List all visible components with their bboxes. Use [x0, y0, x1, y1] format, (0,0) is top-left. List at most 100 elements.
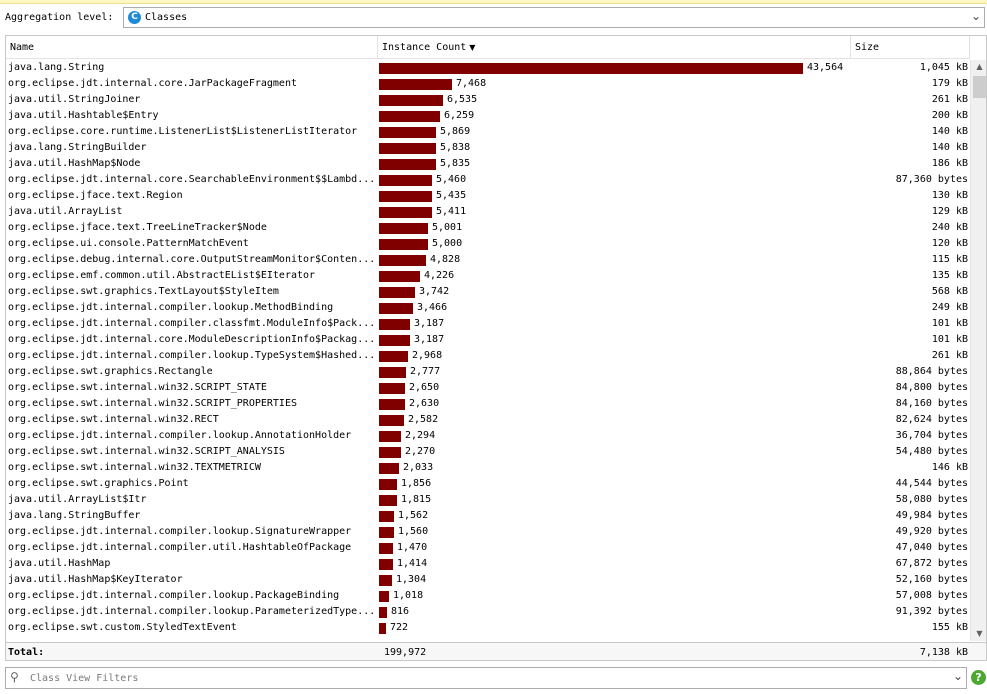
table-row[interactable]: java.util.StringJoiner 6,535 261 kB: [6, 92, 970, 108]
aggregation-bar: Aggregation level: C Classes ⌄: [0, 5, 987, 31]
instance-count: 2,294: [405, 430, 436, 441]
class-name: org.eclipse.jdt.internal.compiler.lookup…: [8, 590, 340, 601]
scroll-thumb[interactable]: [973, 76, 986, 98]
table-row[interactable]: org.eclipse.jdt.internal.core.ModuleDesc…: [6, 332, 970, 348]
info-strip: [0, 0, 987, 4]
table-row[interactable]: org.eclipse.jdt.internal.compiler.lookup…: [6, 428, 970, 444]
instance-count-bar: [379, 111, 440, 122]
table-row[interactable]: org.eclipse.jdt.internal.compiler.lookup…: [6, 348, 970, 364]
table-row[interactable]: org.eclipse.swt.graphics.Point 1,856 44,54…: [6, 476, 970, 492]
table-row[interactable]: org.eclipse.swt.graphics.Rectangle 2,777 8…: [6, 364, 970, 380]
instance-count: 1,414: [397, 558, 428, 569]
table-row[interactable]: java.util.Hashtable$Entry 6,259 200 kB: [6, 108, 970, 124]
table-body: java.lang.String 43,564 1,045 kB org.eclips…: [6, 60, 970, 641]
table-row[interactable]: org.eclipse.ui.console.PatternMatchEvent…: [6, 236, 970, 252]
instance-count-bar: [379, 415, 404, 426]
instance-count: 5,460: [436, 174, 467, 185]
size-value: 1,045 kB: [919, 62, 968, 73]
instance-count-bar: [379, 559, 393, 570]
chevron-down-icon[interactable]: ⌄: [953, 669, 963, 683]
table-row[interactable]: org.eclipse.jdt.internal.compiler.lookup…: [6, 300, 970, 316]
size-value: 140 kB: [931, 142, 968, 153]
instance-count: 1,560: [398, 526, 429, 537]
table-row[interactable]: java.lang.String 43,564 1,045 kB: [6, 60, 970, 76]
instance-count: 3,742: [419, 286, 450, 297]
instance-count-bar: [379, 351, 408, 362]
scroll-up-icon[interactable]: ▲: [971, 60, 986, 74]
instance-count-bar: [379, 623, 386, 634]
table-row[interactable]: org.eclipse.swt.graphics.TextLayout$Styl…: [6, 284, 970, 300]
class-name: org.eclipse.jdt.internal.compiler.classf…: [8, 318, 376, 329]
column-header-size[interactable]: Size: [851, 36, 970, 59]
table-row[interactable]: org.eclipse.swt.internal.win32.RECT 2,582…: [6, 412, 970, 428]
table-row[interactable]: org.eclipse.swt.internal.win32.SCRIPT_AN…: [6, 444, 970, 460]
class-name: org.eclipse.swt.internal.win32.SCRIPT_PR…: [8, 398, 297, 409]
size-value: 44,544 bytes: [895, 478, 968, 489]
instance-count-bar: [379, 527, 394, 538]
aggregation-select[interactable]: C Classes ⌄: [123, 7, 985, 28]
instance-count: 4,828: [430, 254, 461, 265]
table-row[interactable]: org.eclipse.swt.internal.win32.TEXTMETRI…: [6, 460, 970, 476]
table-row[interactable]: org.eclipse.jdt.internal.compiler.lookup…: [6, 588, 970, 604]
table-row[interactable]: org.eclipse.jface.text.Region 5,435 130 kB: [6, 188, 970, 204]
class-name: org.eclipse.swt.internal.win32.RECT: [8, 414, 219, 425]
table-row[interactable]: org.eclipse.core.runtime.ListenerList$Li…: [6, 124, 970, 140]
table-row[interactable]: org.eclipse.swt.internal.win32.SCRIPT_ST…: [6, 380, 970, 396]
vertical-scrollbar[interactable]: ▲ ▼: [970, 60, 986, 641]
class-name: org.eclipse.jdt.internal.compiler.lookup…: [8, 606, 376, 617]
table-row[interactable]: org.eclipse.jdt.internal.compiler.lookup…: [6, 524, 970, 540]
column-header-instance-count[interactable]: Instance Count ▼: [378, 36, 851, 59]
column-header-name[interactable]: Name: [6, 36, 378, 59]
table-row[interactable]: java.util.HashMap 1,414 67,872 bytes: [6, 556, 970, 572]
class-name: org.eclipse.debug.internal.core.OutputSt…: [8, 254, 376, 265]
table-row[interactable]: java.util.HashMap$Node 5,835 186 kB: [6, 156, 970, 172]
table-row[interactable]: org.eclipse.debug.internal.core.OutputSt…: [6, 252, 970, 268]
class-name: java.util.HashMap: [8, 558, 111, 569]
column-header-size-label: Size: [855, 42, 880, 53]
class-name: java.util.HashMap$KeyIterator: [8, 574, 183, 585]
instance-count-bar: [379, 479, 397, 490]
table-row[interactable]: java.util.ArrayList$Itr 1,815 58,080 bytes: [6, 492, 970, 508]
table-row[interactable]: org.eclipse.jdt.internal.compiler.util.H…: [6, 540, 970, 556]
table-row[interactable]: org.eclipse.swt.internal.win32.SCRIPT_PR…: [6, 396, 970, 412]
instance-count: 1,470: [397, 542, 428, 553]
class-name: org.eclipse.core.runtime.ListenerList$Li…: [8, 126, 358, 137]
size-value: 568 kB: [931, 286, 968, 297]
size-value: 91,392 bytes: [895, 606, 968, 617]
table-row[interactable]: org.eclipse.jdt.internal.core.JarPackage…: [6, 76, 970, 92]
size-value: 155 kB: [931, 622, 968, 633]
table-row[interactable]: org.eclipse.jdt.internal.core.Searchable…: [6, 172, 970, 188]
size-value: 101 kB: [931, 334, 968, 345]
total-row: Total: 199,972 7,138 kB: [6, 642, 986, 660]
instance-count-bar: [379, 447, 401, 458]
table-row[interactable]: java.lang.StringBuilder 5,838 140 kB: [6, 140, 970, 156]
table-row[interactable]: org.eclipse.swt.custom.StyledTextEvent 72…: [6, 620, 970, 636]
size-value: 82,624 bytes: [895, 414, 968, 425]
instance-count-bar: [379, 591, 389, 602]
size-value: 129 kB: [931, 206, 968, 217]
size-value: 240 kB: [931, 222, 968, 233]
table-row[interactable]: org.eclipse.jdt.internal.compiler.classf…: [6, 316, 970, 332]
size-value: 200 kB: [931, 110, 968, 121]
instance-count-bar: [379, 175, 432, 186]
instance-count: 2,777: [410, 366, 441, 377]
help-icon[interactable]: ?: [971, 670, 986, 685]
instance-count-bar: [379, 319, 410, 330]
table-row[interactable]: org.eclipse.emf.common.util.AbstractELis…: [6, 268, 970, 284]
class-name: java.lang.StringBuilder: [8, 142, 147, 153]
table-row[interactable]: java.util.ArrayList 5,411 129 kB: [6, 204, 970, 220]
chevron-down-icon[interactable]: ⌄: [971, 9, 981, 23]
table-row[interactable]: java.util.HashMap$KeyIterator 1,304 52,160…: [6, 572, 970, 588]
class-c-icon: C: [128, 11, 141, 24]
class-name: org.eclipse.emf.common.util.AbstractELis…: [8, 270, 316, 281]
scroll-down-icon[interactable]: ▼: [971, 627, 986, 641]
table-row[interactable]: org.eclipse.jface.text.TreeLineTracker$N…: [6, 220, 970, 236]
sort-descending-icon: ▼: [469, 43, 476, 52]
search-icon[interactable]: ⚲: [10, 670, 19, 684]
table-row[interactable]: java.lang.StringBuffer 1,562 49,984 bytes: [6, 508, 970, 524]
table-row[interactable]: org.eclipse.jdt.internal.compiler.lookup…: [6, 604, 970, 620]
class-name: org.eclipse.swt.internal.win32.TEXTMETRI…: [8, 462, 261, 473]
instance-count: 2,650: [409, 382, 440, 393]
instance-count-bar: [379, 383, 405, 394]
filter-input[interactable]: [30, 670, 945, 686]
